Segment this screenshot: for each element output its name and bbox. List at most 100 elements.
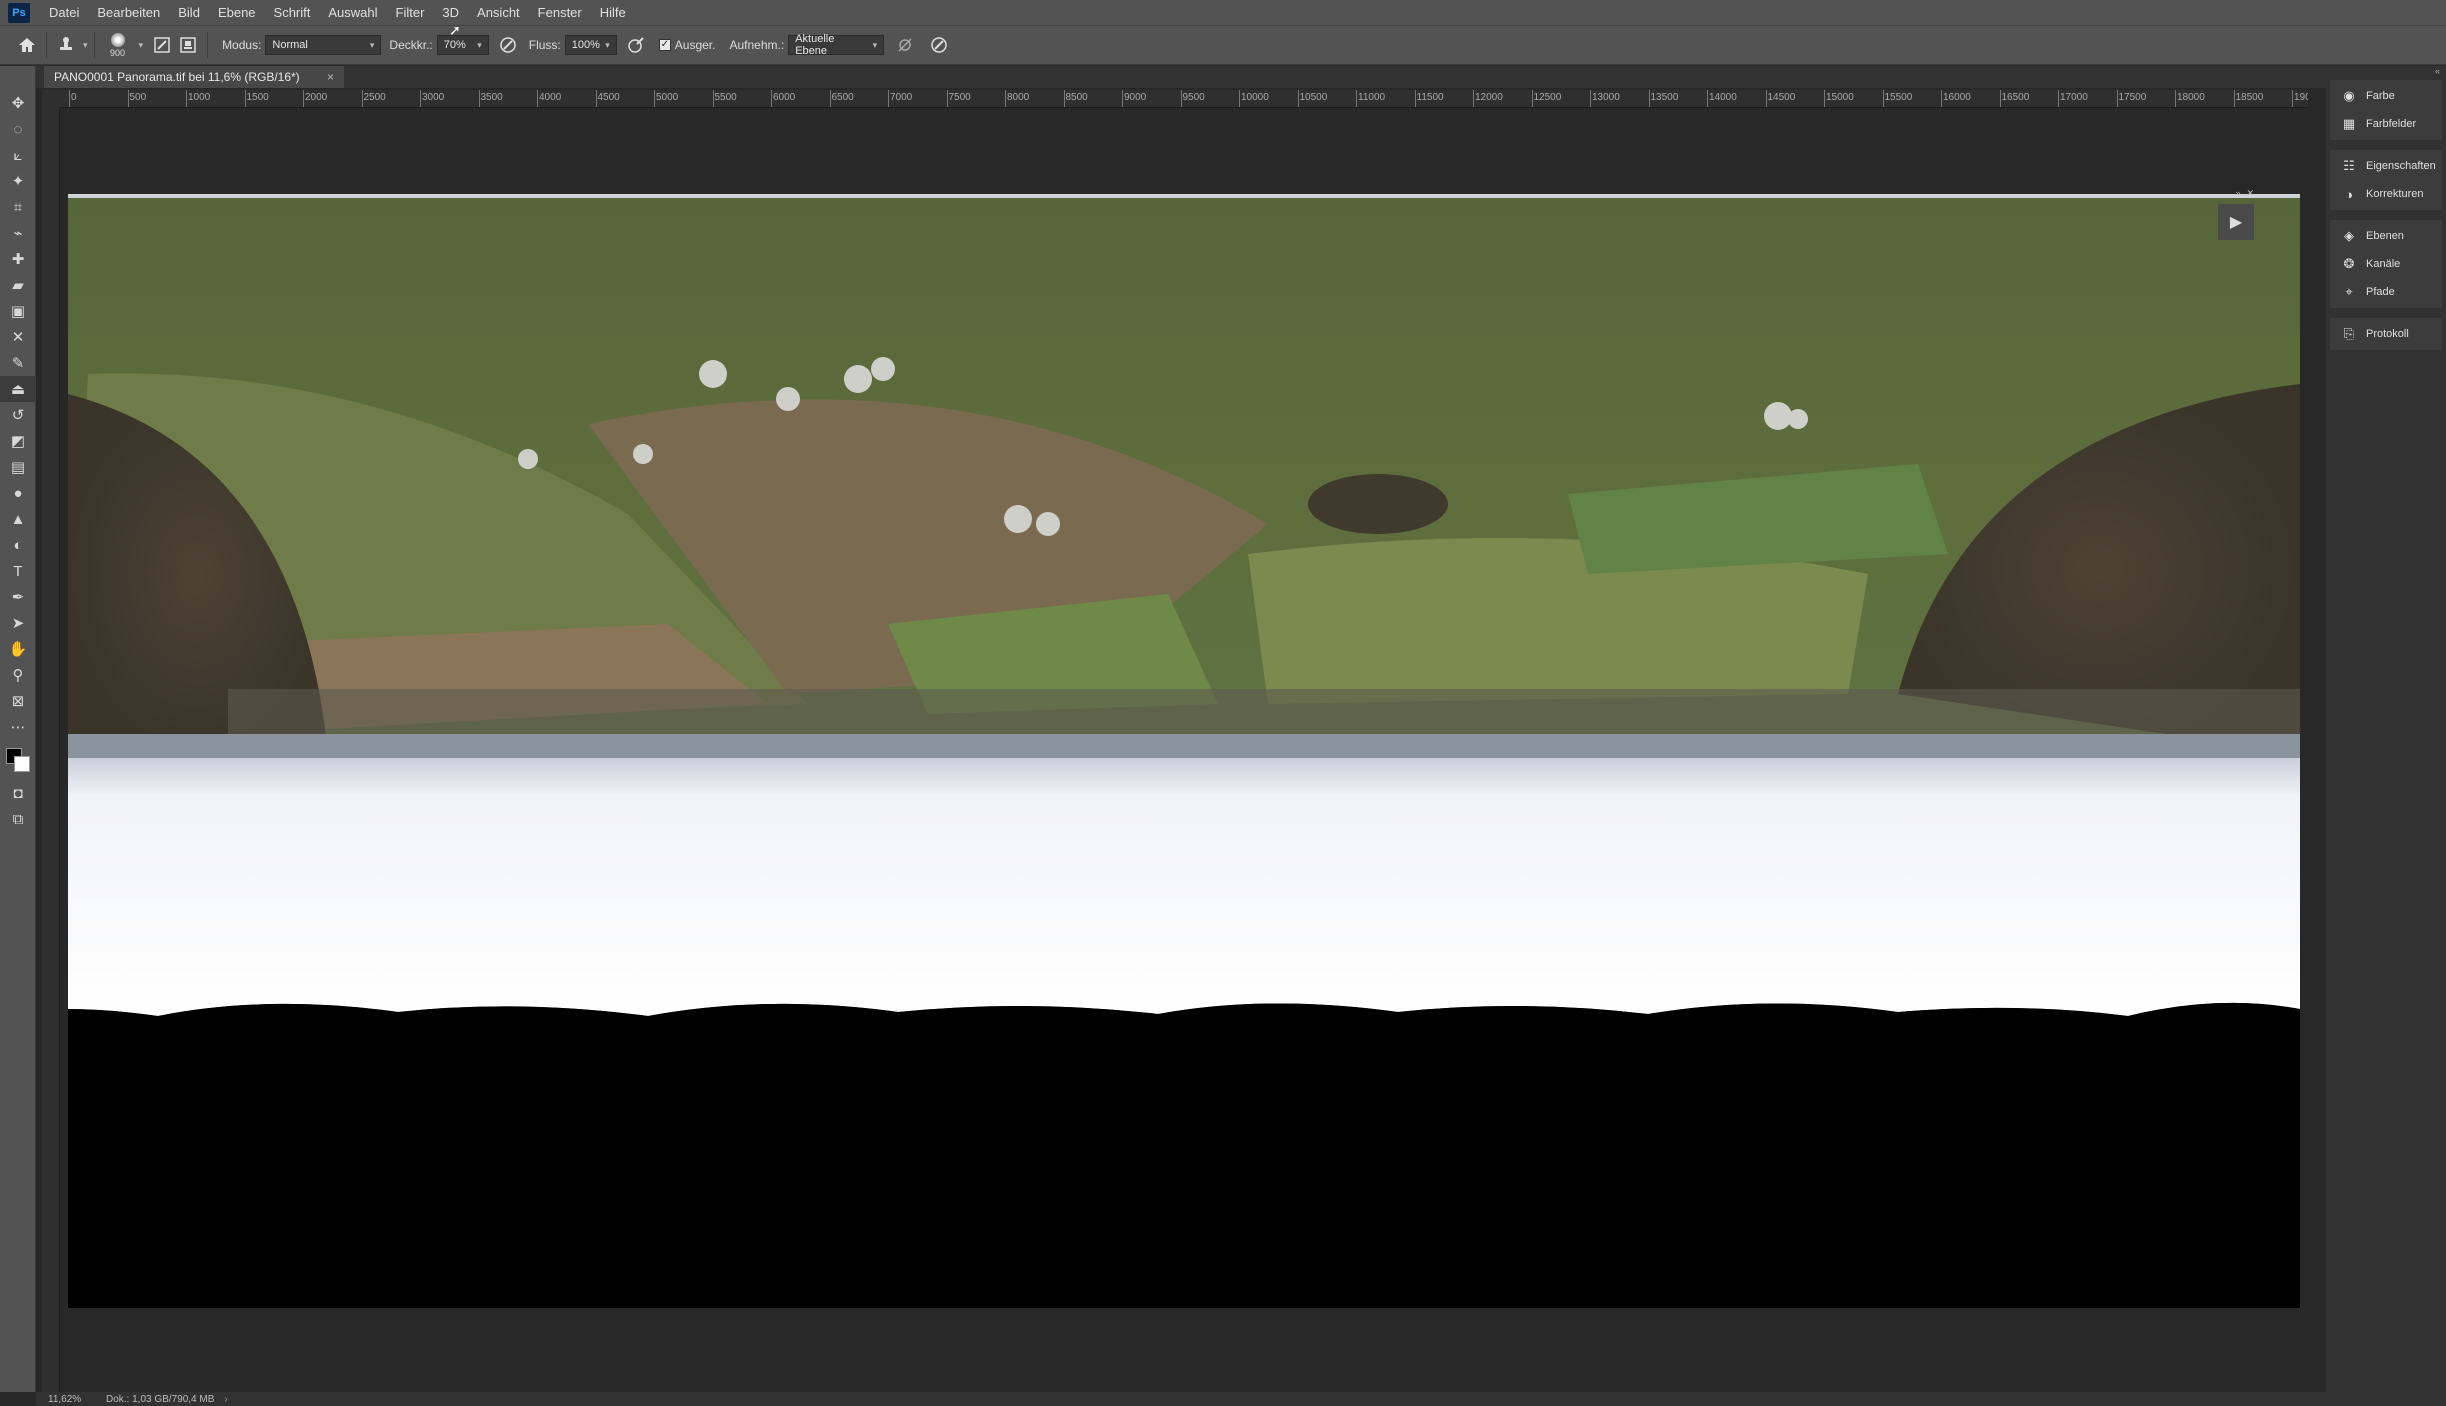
chevron-down-icon[interactable]: ▾ (139, 40, 144, 51)
mode-select[interactable]: Normal ▾ (265, 35, 382, 55)
healing-brush-tool-icon[interactable]: ✚ (0, 246, 36, 272)
vertical-ruler[interactable] (42, 108, 60, 1392)
ruler-tick-label: 11000 (1355, 90, 1386, 107)
clone-source-icon[interactable] (175, 32, 201, 58)
clone-stamp-tool-icon[interactable]: ⏏ (0, 376, 36, 402)
document-size: Dok.: 1,03 GB/790,4 MB (106, 1393, 215, 1405)
panel-label: Ebenen (2366, 230, 2404, 242)
menu-bearbeiten[interactable]: Bearbeiten (88, 0, 169, 25)
pen-tool-icon[interactable]: ✒ (0, 584, 36, 610)
panel-item-korrekturen[interactable]: ◑ Korrekturen (2330, 180, 2442, 208)
path-selection-tool-icon[interactable]: ➤ (0, 610, 36, 636)
panel-item-farbfelder[interactable]: ▦ Farbfelder (2330, 110, 2442, 138)
panel-item-kanaele[interactable]: ❂ Kanäle (2330, 250, 2442, 278)
separator (93, 32, 95, 58)
history-icon: ⎘ (2343, 326, 2355, 341)
airbrush-icon[interactable] (623, 32, 649, 58)
ruler-tick-label: 12000 (1473, 90, 1503, 107)
close-icon[interactable]: ✕ (2246, 188, 2254, 200)
properties-icon: ☷ (2343, 158, 2355, 173)
collapse-icon[interactable]: » (2235, 188, 2240, 200)
zoom-level[interactable]: 11,62% (36, 1394, 96, 1405)
menu-ansicht[interactable]: Ansicht (468, 0, 529, 25)
frame-tool-icon[interactable]: ▣ (0, 298, 36, 324)
dodge-tool-icon[interactable]: ◐ (0, 532, 36, 558)
move-tool-icon[interactable]: ✥ (0, 90, 36, 116)
polygon-lasso-tool-icon[interactable]: ⟀ (0, 142, 36, 168)
color-swatches[interactable] (0, 740, 36, 780)
separator (207, 32, 209, 58)
gradient-tool-icon[interactable]: ▤ (0, 454, 36, 480)
type-tool-icon[interactable]: T (0, 558, 36, 584)
hand-tool-icon[interactable]: ✋ (0, 636, 36, 662)
panel-item-pfade[interactable]: ⌖ Pfade (2330, 278, 2442, 306)
palette-icon: ◉ (2343, 88, 2355, 103)
menu-fenster[interactable]: Fenster (529, 0, 591, 25)
more-tools-icon[interactable]: ⋯ (0, 714, 36, 740)
menu-datei[interactable]: Datei (40, 0, 88, 25)
sample-select[interactable]: Aktuelle Ebene ▾ (788, 33, 885, 57)
quick-mask-icon[interactable]: ◘ (0, 780, 36, 806)
close-icon[interactable]: × (327, 70, 334, 84)
opacity-value: 70% (443, 39, 466, 51)
panel-item-ebenen[interactable]: ◈ Ebenen (2330, 222, 2442, 250)
ruler-tick-label: 19000 (2292, 90, 2308, 107)
screen-mode-icon[interactable]: ⧉ (0, 806, 36, 832)
chevron-down-icon[interactable]: ▾ (83, 40, 88, 51)
menu-filter[interactable]: Filter (387, 0, 434, 25)
aligned-checkbox[interactable]: ✓ (658, 39, 671, 51)
crop-tool-icon[interactable]: ⌗ (0, 194, 36, 220)
patch-tool-icon[interactable]: ▰ (0, 272, 36, 298)
artboard-tool-icon[interactable]: ⊠ (0, 688, 36, 714)
blur-tool-icon[interactable]: ● (0, 480, 36, 506)
flow-field[interactable]: 100% ▾ (564, 35, 617, 55)
play-action-button[interactable]: ▶ (2218, 204, 2254, 240)
clone-stamp-tool-preset-icon[interactable] (53, 32, 79, 58)
opacity-field[interactable]: 70% ▾ (436, 35, 489, 55)
canvas-area[interactable]: » ✕ ▶ (60, 108, 2308, 1392)
eraser-tool-icon[interactable]: ◩ (0, 428, 36, 454)
photoshop-window: Ps Datei Bearbeiten Bild Ebene Schrift A… (0, 0, 2446, 1406)
brush-settings-icon[interactable] (149, 32, 175, 58)
menu-hilfe[interactable]: Hilfe (591, 0, 635, 25)
collapse-icon[interactable]: « (2435, 66, 2440, 76)
pressure-opacity-icon[interactable] (495, 32, 521, 58)
mouse-cursor-icon: ➚ (449, 22, 461, 38)
ruler-tick-label: 14000 (1707, 90, 1737, 107)
brush-preset-picker[interactable]: 900 (101, 27, 135, 63)
status-menu-arrow[interactable]: › (224, 1394, 227, 1405)
ruler-tick-label: 2500 (361, 90, 386, 107)
menu-ebene[interactable]: Ebene (209, 0, 265, 25)
horizontal-ruler[interactable]: 0 500 1000 1500 2000 2500 3000 3500 4000 4500 5000… (60, 90, 2308, 108)
dock-collapse-bar[interactable]: « (2326, 66, 2446, 76)
menu-bild[interactable]: Bild (169, 0, 209, 25)
pressure-size-icon[interactable] (926, 32, 952, 58)
ignore-adjustment-layers-icon[interactable] (892, 32, 918, 58)
ruler-tick-label: 8000 (1004, 90, 1030, 107)
panel-item-eigenschaften[interactable]: ☷ Eigenschaften (2330, 152, 2442, 180)
menu-schrift[interactable]: Schrift (265, 0, 320, 25)
background-color-swatch[interactable] (14, 756, 30, 772)
brush-tool-icon[interactable]: ✎ (0, 350, 36, 376)
sharpen-tool-icon[interactable]: ▲ (0, 506, 36, 532)
content-aware-move-icon[interactable]: ✕ (0, 324, 36, 350)
paths-icon: ⌖ (2345, 284, 2353, 299)
ruler-tick-label: 9000 (1121, 90, 1147, 107)
zoom-tool-icon[interactable]: ⚲ (0, 662, 36, 688)
document-tab[interactable]: PANO0001 Panorama.tif bei 11,6% (RGB/16*… (44, 66, 344, 88)
home-icon[interactable] (14, 32, 40, 58)
ruler-tick-label: 3000 (419, 90, 445, 107)
eyedropper-tool-icon[interactable]: ⌁ (0, 220, 36, 246)
photoshop-logo[interactable]: Ps (8, 2, 30, 23)
panel-label: Korrekturen (2366, 188, 2424, 200)
ruler-origin[interactable] (42, 90, 60, 108)
panel-item-protokoll[interactable]: ⎘ Protokoll (2330, 320, 2442, 348)
panel-label: Kanäle (2366, 258, 2401, 270)
history-brush-tool-icon[interactable]: ↺ (0, 402, 36, 428)
ruler-tick-label: 500 (127, 90, 147, 107)
lasso-tool-icon[interactable]: ◌ (0, 116, 36, 142)
magic-wand-tool-icon[interactable]: ✦ (0, 168, 36, 194)
panel-item-farbe[interactable]: ◉ Farbe (2330, 82, 2442, 110)
menu-auswahl[interactable]: Auswahl (319, 0, 386, 25)
panorama-image[interactable] (68, 194, 2300, 1308)
